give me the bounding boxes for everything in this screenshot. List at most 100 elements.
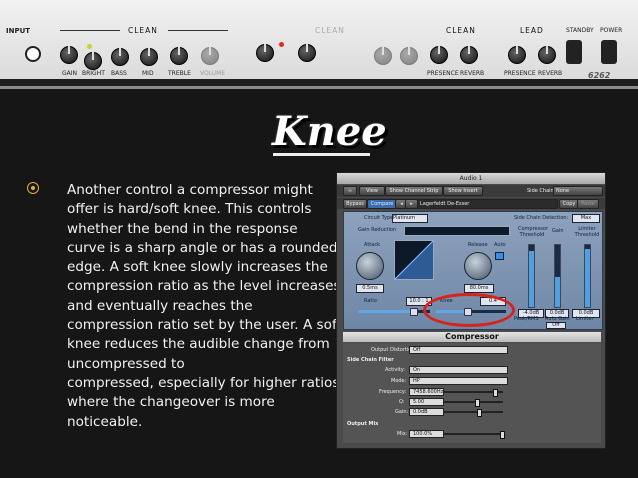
compare-button[interactable]: Compare (367, 199, 397, 209)
side-chain-label: Side Chain: (527, 188, 556, 194)
power-label: POWER (600, 27, 623, 34)
attack-knob[interactable] (356, 252, 384, 280)
side-chain-select[interactable]: None (553, 186, 603, 196)
plugin-preset-row: Bypass Compare ◂ ▸ Lagerfeldt De-Esser C… (337, 198, 605, 209)
knob-label: GAIN (62, 70, 78, 77)
attack-label: Attack (364, 242, 380, 248)
bullet-line: noticeable. (67, 413, 143, 430)
attack-value[interactable]: 0.5ms (356, 284, 384, 293)
knob-label: BASS (111, 70, 127, 77)
bullet-line: compression ratio as the level increases (67, 278, 341, 295)
channel-knob-icon (256, 44, 274, 62)
limiter-label: Limiter (576, 316, 594, 322)
bullet-line: uncompressed to (67, 355, 185, 372)
plugin-window-title: Audio 1 (337, 173, 605, 184)
peak-rms-label: Peak/RMS (514, 316, 539, 322)
paste-button[interactable]: Paste (577, 199, 599, 209)
compressor-title: Compressor (445, 332, 499, 341)
release-value[interactable]: 80.0ms (464, 284, 494, 293)
slide-title: Knee (272, 108, 387, 155)
gain-label: Gain (552, 228, 564, 234)
knee-highlight-ring (423, 293, 515, 327)
frequency-value[interactable]: 7458.600Hz (409, 388, 444, 396)
compression-curve-graph (394, 240, 434, 280)
channel-knob-icon (298, 44, 316, 62)
amp-header-image: INPUT CLEAN CLEAN CLEAN LEAD STANDBY POW… (0, 0, 638, 89)
led-icon (279, 42, 284, 47)
limiter-threshold-fader[interactable] (584, 244, 591, 308)
compressor-threshold-fader[interactable] (528, 244, 535, 308)
bullet-line: compressed, especially for higher ratios (67, 374, 340, 391)
mix-value[interactable]: 100.0% (409, 430, 444, 438)
extended-parameters: Output Distortion: Off Side Chain Filter… (343, 343, 601, 443)
mid-knob-icon (140, 48, 158, 66)
sc-gain-slider[interactable] (443, 409, 503, 417)
presence-knob-icon (430, 46, 448, 64)
copy-button[interactable]: Copy (559, 199, 579, 209)
link-button[interactable]: ∞ (343, 186, 357, 196)
sc-gain-label: Gain: (395, 409, 409, 415)
bass-knob-icon (111, 48, 129, 66)
view-menu[interactable]: View (359, 186, 385, 196)
release-knob[interactable] (464, 252, 492, 280)
input-label: INPUT (6, 27, 31, 35)
bypass-button[interactable]: Bypass (343, 199, 367, 209)
mix-label: Mix: (397, 431, 408, 437)
mode-label: Mode: (391, 378, 407, 384)
channel-strip-menu[interactable]: Show Channel Strip (385, 186, 443, 196)
knob-label: BRIGHT (82, 70, 105, 77)
q-label: Q: (399, 399, 405, 405)
ratio-slider[interactable] (358, 308, 430, 316)
release-label: Release (468, 242, 488, 248)
bullet-icon (27, 182, 39, 194)
q-value[interactable]: 5.00 (409, 398, 444, 406)
bullet-line: offer is hard/soft knee. This controls (67, 201, 312, 218)
mix-slider[interactable] (443, 431, 505, 439)
bullet-line: Another control a compressor might (67, 182, 313, 198)
reverb-knob-icon (460, 46, 478, 64)
reverb-knob-icon (538, 46, 556, 64)
gain-fader[interactable] (554, 244, 561, 308)
auto-gain-select[interactable]: Off (546, 322, 566, 329)
gain-reduction-label: Gain Reduction (358, 227, 397, 233)
frequency-label: Frequency: (379, 389, 407, 395)
preset-select[interactable]: Lagerfeldt De-Esser (417, 199, 558, 209)
compressor-title-bar: Compressor (343, 332, 601, 342)
treble-knob-icon (170, 47, 188, 65)
frequency-slider[interactable] (443, 389, 503, 397)
compressor-threshold-label: Compressor Threshold (518, 226, 548, 238)
gain-reduction-meter (404, 226, 510, 236)
knob-label: PRESENCE (427, 70, 459, 77)
bullet-line: curve is a sharp angle or has a rounded (67, 239, 338, 256)
section-label-lead: LEAD (520, 26, 544, 35)
circuit-type-label: Circuit Type: (364, 215, 395, 221)
mode-select[interactable]: HP (409, 377, 508, 385)
amp-bottom-edge (0, 79, 638, 86)
standby-switch-icon (566, 40, 582, 64)
sc-gain-value[interactable]: 0.0dB (409, 408, 444, 416)
bright-knob-icon (84, 52, 102, 70)
bullet-text: Another control a compressor might offer… (67, 181, 342, 432)
q-slider[interactable] (443, 399, 503, 407)
knob-label: REVERB (538, 70, 563, 77)
section-label-clean-3: CLEAN (446, 26, 476, 35)
plugin-header-row: ∞ View Show Channel Strip Show Insert Si… (337, 185, 605, 197)
title-underline (273, 153, 370, 156)
bullet-line: whether the bend in the response (67, 220, 298, 237)
insert-menu[interactable]: Show Insert (443, 186, 483, 196)
limiter-threshold-label: Limiter Threshold (574, 226, 600, 238)
circuit-type-select[interactable]: Platinum (392, 214, 428, 223)
knob-label: REVERB (460, 70, 485, 77)
knob-label: TREBLE (168, 70, 191, 77)
output-distortion-select[interactable]: Off (409, 346, 508, 354)
auto-release-toggle[interactable] (495, 252, 504, 260)
activity-select[interactable]: On (409, 366, 508, 374)
side-chain-detection-select[interactable]: Max (572, 214, 600, 223)
presence-knob-icon (508, 46, 526, 64)
side-chain-detection-label: Side Chain Detection: (514, 215, 569, 221)
slide: INPUT CLEAN CLEAN CLEAN LEAD STANDBY POW… (0, 0, 638, 478)
bullet-line: edge. A soft knee slowly increases the (67, 259, 328, 276)
volume-knob-icon (201, 47, 219, 65)
bullet-line: compression ratio set by the user. A sof… (67, 317, 342, 334)
knob-label: MID (142, 70, 154, 77)
